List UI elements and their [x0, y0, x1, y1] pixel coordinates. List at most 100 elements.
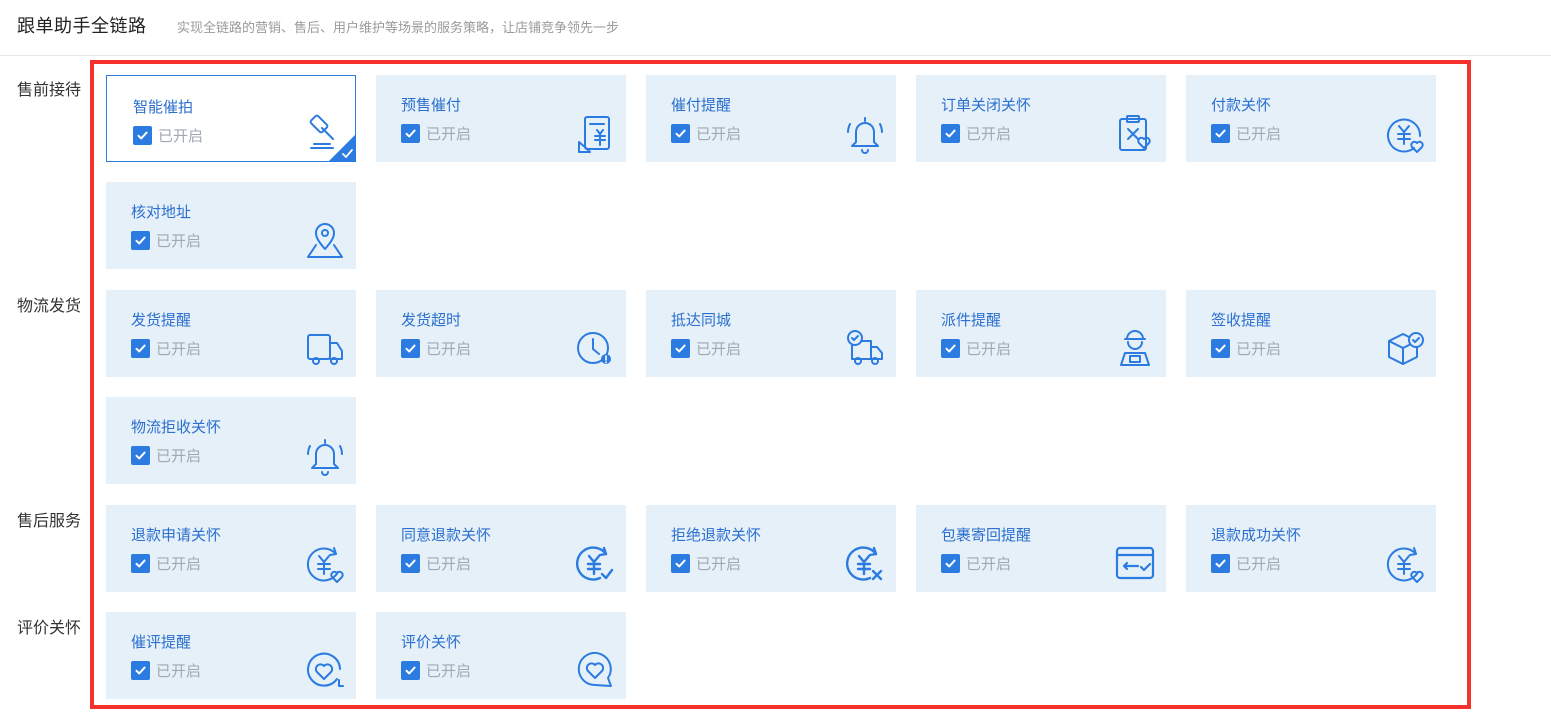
checkbox-checked-icon[interactable]	[671, 339, 690, 358]
page-subtitle: 实现全链路的营销、售后、用户维护等场景的服务策略，让店铺竞争领先一步	[177, 21, 620, 36]
section-label-logistics: 物流发货	[17, 296, 82, 315]
strategy-card[interactable]: 派件提醒 已开启	[916, 290, 1166, 377]
checkbox-checked-icon[interactable]	[671, 124, 690, 143]
status-label: 已开启	[696, 125, 742, 143]
enabled-toggle[interactable]: 已开启	[1211, 553, 1281, 574]
strategy-card[interactable]: 退款申请关怀 已开启	[106, 505, 356, 592]
enabled-toggle[interactable]: 已开启	[941, 553, 1011, 574]
checkbox-checked-icon[interactable]	[131, 339, 150, 358]
refund-success-icon	[1384, 542, 1426, 584]
status-label: 已开启	[426, 340, 472, 358]
review-care-icon	[574, 649, 616, 691]
strategy-card[interactable]: 智能催拍已开启	[106, 75, 356, 162]
enabled-toggle[interactable]: 已开启	[401, 553, 471, 574]
strategy-card[interactable]: 催评提醒 已开启	[106, 612, 356, 699]
checkbox-checked-icon[interactable]	[401, 661, 420, 680]
strategy-card[interactable]: 订单关闭关怀 已开启	[916, 75, 1166, 162]
card-title: 评价关怀	[401, 633, 462, 651]
checkbox-checked-icon[interactable]	[1211, 554, 1230, 573]
refund-approved-icon	[574, 542, 616, 584]
enabled-toggle[interactable]: 已开启	[131, 445, 201, 466]
status-label: 已开启	[426, 662, 472, 680]
status-label: 已开启	[426, 125, 472, 143]
enabled-toggle[interactable]: 已开启	[401, 123, 471, 144]
enabled-toggle[interactable]: 已开启	[1211, 123, 1281, 144]
enabled-toggle[interactable]: 已开启	[1211, 338, 1281, 359]
checkbox-checked-icon[interactable]	[401, 124, 420, 143]
card-title: 签收提醒	[1211, 311, 1272, 329]
order-closed-care-icon	[1114, 112, 1156, 154]
status-label: 已开启	[966, 125, 1012, 143]
page-title: 跟单助手全链路	[17, 16, 147, 37]
card-title: 预售催付	[401, 96, 462, 114]
card-title: 退款成功关怀	[1211, 526, 1302, 544]
section-label-review: 评价关怀	[17, 618, 82, 637]
enabled-toggle[interactable]: 已开启	[941, 123, 1011, 144]
enabled-toggle[interactable]: 已开启	[401, 660, 471, 681]
status-label: 已开启	[156, 662, 202, 680]
strategy-card[interactable]: 抵达同城 已开启	[646, 290, 896, 377]
checkbox-checked-icon[interactable]	[941, 554, 960, 573]
card-title: 智能催拍	[133, 98, 194, 116]
enabled-toggle[interactable]: 已开启	[133, 125, 203, 146]
checkbox-checked-icon[interactable]	[671, 554, 690, 573]
strategy-card[interactable]: 同意退款关怀 已开启	[376, 505, 626, 592]
status-label: 已开启	[1236, 125, 1282, 143]
strategy-card[interactable]: 物流拒收关怀 已开启	[106, 397, 356, 484]
enabled-toggle[interactable]: 已开启	[941, 338, 1011, 359]
presale-payment-icon	[574, 112, 616, 154]
bell-icon	[304, 434, 346, 476]
checkbox-checked-icon[interactable]	[131, 661, 150, 680]
enabled-toggle[interactable]: 已开启	[131, 660, 201, 681]
selected-corner-check-icon	[328, 134, 356, 162]
checkbox-checked-icon[interactable]	[941, 339, 960, 358]
enabled-toggle[interactable]: 已开启	[131, 553, 201, 574]
truck-arrived-icon	[844, 327, 886, 369]
enabled-toggle[interactable]: 已开启	[671, 338, 741, 359]
enabled-toggle[interactable]: 已开启	[131, 230, 201, 251]
bell-icon	[844, 112, 886, 154]
checkbox-checked-icon[interactable]	[401, 339, 420, 358]
card-title: 拒绝退款关怀	[671, 526, 762, 544]
enabled-toggle[interactable]: 已开启	[131, 338, 201, 359]
refund-rejected-icon	[844, 542, 886, 584]
checkbox-checked-icon[interactable]	[1211, 124, 1230, 143]
strategy-card[interactable]: 预售催付已开启	[376, 75, 626, 162]
truck-icon	[304, 327, 346, 369]
strategy-card[interactable]: 退款成功关怀 已开启	[1186, 505, 1436, 592]
strategy-card[interactable]: 评价关怀已开启	[376, 612, 626, 699]
status-label: 已开启	[156, 232, 202, 250]
strategy-card[interactable]: 催付提醒已开启	[646, 75, 896, 162]
enabled-toggle[interactable]: 已开启	[671, 553, 741, 574]
checkbox-checked-icon[interactable]	[133, 126, 152, 145]
strategy-card[interactable]: 签收提醒 已开启	[1186, 290, 1436, 377]
card-title: 同意退款关怀	[401, 526, 492, 544]
card-title: 催付提醒	[671, 96, 732, 114]
section-label-aftersale: 售后服务	[17, 511, 82, 530]
enabled-toggle[interactable]: 已开启	[401, 338, 471, 359]
section-label-presale: 售前接待	[17, 80, 82, 99]
card-title: 派件提醒	[941, 311, 1002, 329]
strategy-card[interactable]: 付款关怀 已开启	[1186, 75, 1436, 162]
strategy-card[interactable]: 包裹寄回提醒 已开启	[916, 505, 1166, 592]
status-label: 已开启	[156, 447, 202, 465]
checkbox-checked-icon[interactable]	[1211, 339, 1230, 358]
strategy-card[interactable]: 拒绝退款关怀 已开启	[646, 505, 896, 592]
checkbox-checked-icon[interactable]	[401, 554, 420, 573]
strategy-card[interactable]: 发货超时 已开启	[376, 290, 626, 377]
strategy-card[interactable]: 核对地址已开启	[106, 182, 356, 269]
card-title: 核对地址	[131, 203, 192, 221]
card-title: 订单关闭关怀	[941, 96, 1032, 114]
card-title: 退款申请关怀	[131, 526, 222, 544]
status-label: 已开启	[696, 555, 742, 573]
payment-care-icon	[1384, 112, 1426, 154]
status-label: 已开启	[696, 340, 742, 358]
checkbox-checked-icon[interactable]	[131, 446, 150, 465]
status-label: 已开启	[158, 127, 204, 145]
enabled-toggle[interactable]: 已开启	[671, 123, 741, 144]
card-title: 包裹寄回提醒	[941, 526, 1032, 544]
checkbox-checked-icon[interactable]	[131, 554, 150, 573]
checkbox-checked-icon[interactable]	[131, 231, 150, 250]
checkbox-checked-icon[interactable]	[941, 124, 960, 143]
strategy-card[interactable]: 发货提醒 已开启	[106, 290, 356, 377]
